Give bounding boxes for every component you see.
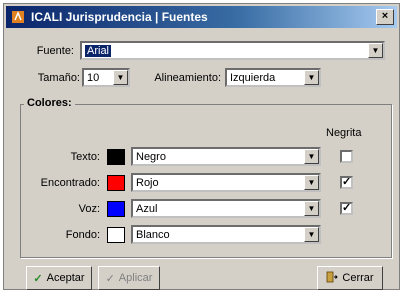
texto-color-swatch: [107, 149, 125, 165]
chevron-down-icon[interactable]: ▼: [113, 70, 128, 85]
texto-label: Texto:: [70, 151, 100, 163]
negrita-header: Negrita: [326, 127, 362, 139]
fuente-label: Fuente:: [36, 45, 74, 57]
fuentes-dialog: ICALI Jurisprudencia | Fuentes × Fuente:…: [3, 3, 400, 290]
encontrado-color-value: Rojo: [136, 176, 159, 189]
encontrado-bold-checkbox[interactable]: ✓: [340, 176, 353, 189]
tamano-label: Tamaño:: [37, 72, 80, 84]
alineamiento-value: Izquierda: [230, 71, 276, 84]
close-button[interactable]: ×: [376, 9, 394, 25]
voz-label: Voz:: [78, 203, 100, 215]
fondo-color-swatch: [107, 227, 125, 243]
aplicar-button[interactable]: ✓ Aplicar: [98, 266, 160, 290]
chevron-down-icon[interactable]: ▼: [304, 175, 319, 190]
door-icon: [326, 271, 339, 286]
texto-bold-checkbox[interactable]: [340, 150, 353, 163]
chevron-down-icon[interactable]: ▼: [304, 70, 319, 85]
chevron-down-icon[interactable]: ▼: [304, 201, 319, 216]
title-bar[interactable]: ICALI Jurisprudencia | Fuentes ×: [6, 6, 397, 28]
voz-color-select[interactable]: Azul ▼: [131, 199, 321, 218]
checkmark-icon: ✓: [33, 272, 43, 285]
tamano-value: 10: [87, 71, 100, 84]
voz-color-value: Azul: [136, 202, 158, 215]
voz-color-swatch: [107, 201, 125, 217]
colores-title: Colores:: [24, 97, 75, 109]
fuente-value: Arial: [85, 44, 112, 57]
cerrar-button[interactable]: Cerrar: [317, 266, 383, 290]
window-title: ICALI Jurisprudencia | Fuentes: [31, 10, 208, 24]
app-icon: [10, 9, 26, 25]
tamano-select[interactable]: 10 ▼: [82, 68, 130, 87]
fondo-label: Fondo:: [65, 229, 100, 241]
fuente-select[interactable]: Arial ▼: [80, 41, 385, 60]
fondo-color-select[interactable]: Blanco ▼: [131, 225, 321, 244]
chevron-down-icon[interactable]: ▼: [304, 227, 319, 242]
aceptar-button[interactable]: ✓ Aceptar: [26, 266, 92, 290]
alineamiento-label: Alineamiento:: [154, 72, 221, 84]
chevron-down-icon[interactable]: ▼: [368, 43, 383, 58]
apply-icon: ✓: [105, 272, 115, 285]
encontrado-color-swatch: [107, 175, 125, 191]
texto-color-value: Negro: [136, 150, 166, 163]
voz-bold-checkbox[interactable]: ✓: [340, 202, 353, 215]
alineamiento-select[interactable]: Izquierda ▼: [225, 68, 321, 87]
encontrado-label: Encontrado:: [40, 177, 100, 189]
encontrado-color-select[interactable]: Rojo ▼: [131, 173, 321, 192]
fondo-color-value: Blanco: [136, 228, 170, 241]
chevron-down-icon[interactable]: ▼: [304, 149, 319, 164]
texto-color-select[interactable]: Negro ▼: [131, 147, 321, 166]
